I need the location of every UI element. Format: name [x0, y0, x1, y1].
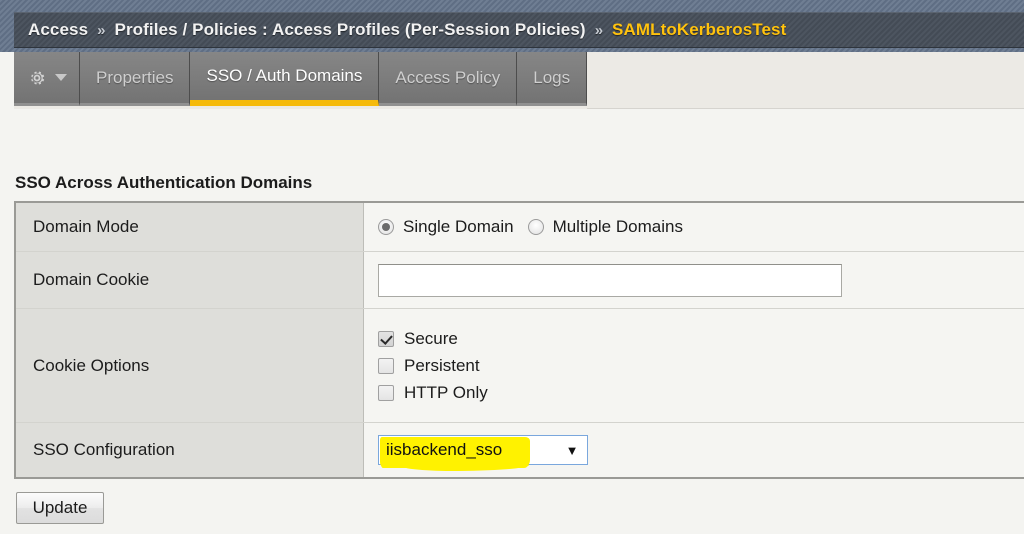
checkbox-indicator[interactable] — [378, 330, 394, 347]
chevron-down-icon[interactable]: ▼ — [557, 443, 587, 458]
breadcrumb-item-access[interactable]: Access — [28, 20, 88, 40]
chevron-down-icon — [54, 74, 67, 81]
sso-configuration-select-wrapper: iisbackend_sso ▼ — [378, 435, 588, 471]
tab-bar: Properties SSO / Auth Domains Access Pol… — [14, 52, 1024, 109]
tab-label: SSO / Auth Domains — [206, 66, 363, 85]
tab-logs[interactable]: Logs — [517, 52, 588, 106]
row-label-domain-mode: Domain Mode — [15, 202, 364, 252]
table-row: Cookie Options Secure Persistent HTTP On… — [15, 308, 1024, 423]
radio-multiple-domains[interactable]: Multiple Domains — [527, 217, 683, 237]
row-value-domain-cookie — [363, 251, 1024, 309]
row-label-domain-cookie: Domain Cookie — [15, 251, 364, 309]
tab-label: Access Policy — [395, 67, 501, 87]
checkbox-persistent[interactable]: Persistent — [378, 356, 1024, 376]
table-row: Domain Cookie — [15, 251, 1024, 309]
breadcrumb-separator: » — [97, 21, 106, 39]
row-label-sso-configuration: SSO Configuration — [15, 422, 364, 478]
radio-single-domain[interactable]: Single Domain — [378, 217, 514, 237]
checkbox-secure[interactable]: Secure — [378, 329, 1024, 349]
checkbox-indicator[interactable] — [378, 384, 394, 401]
breadcrumb-item-current: SAMLtoKerberosTest — [612, 20, 787, 39]
radio-label: Single Domain — [403, 217, 514, 236]
tab-sso-auth-domains[interactable]: SSO / Auth Domains — [190, 52, 380, 106]
table-row: SSO Configuration iisbackend_sso ▼ — [15, 422, 1024, 478]
sso-settings-table: Domain Mode Single Domain Multiple Domai… — [14, 201, 1024, 479]
row-label-cookie-options: Cookie Options — [15, 308, 364, 423]
row-value-cookie-options: Secure Persistent HTTP Only — [363, 308, 1024, 423]
tab-properties[interactable]: Properties — [80, 52, 191, 106]
tab-menu-button[interactable] — [14, 52, 80, 106]
tab-label: Logs — [533, 67, 571, 87]
domain-cookie-input[interactable] — [378, 263, 842, 297]
checkbox-label: Persistent — [404, 355, 480, 375]
checkbox-http-only[interactable]: HTTP Only — [378, 383, 1024, 403]
highlight-annotation-tail — [399, 465, 529, 471]
sso-configuration-selected-value: iisbackend_sso — [386, 440, 503, 459]
checkbox-indicator[interactable] — [378, 357, 394, 374]
tab-label: Properties — [96, 67, 174, 87]
cookie-options-checkbox-group: Secure Persistent HTTP Only — [378, 325, 1024, 407]
sso-configuration-select[interactable]: iisbackend_sso ▼ — [378, 435, 588, 471]
breadcrumb-separator: » — [594, 21, 604, 39]
checkbox-label: Secure — [404, 328, 458, 348]
radio-indicator[interactable] — [527, 219, 544, 235]
update-button[interactable]: Update — [16, 492, 104, 524]
table-row: Domain Mode Single Domain Multiple Domai… — [15, 202, 1024, 252]
tab-access-policy[interactable]: Access Policy — [379, 52, 518, 106]
tab-bar-filler — [587, 52, 1024, 109]
page-root: Access » Profiles / Policies : Access Pr… — [0, 0, 1024, 534]
breadcrumb: Access » Profiles / Policies : Access Pr… — [14, 12, 1024, 48]
radio-label: Multiple Domains — [552, 217, 683, 236]
breadcrumb-item-profiles-policies[interactable]: Profiles / Policies : Access Profiles (P… — [115, 20, 586, 40]
row-value-sso-configuration: iisbackend_sso ▼ — [363, 422, 1024, 478]
radio-indicator[interactable] — [378, 219, 394, 235]
row-value-domain-mode: Single Domain Multiple Domains — [363, 202, 1024, 252]
gear-icon — [27, 68, 47, 88]
checkbox-label: HTTP Only — [404, 382, 488, 402]
section-title: SSO Across Authentication Domains — [15, 173, 313, 192]
main-content: SSO Across Authentication Domains Domain… — [0, 109, 1024, 534]
domain-mode-radio-group: Single Domain Multiple Domains — [378, 217, 1024, 237]
